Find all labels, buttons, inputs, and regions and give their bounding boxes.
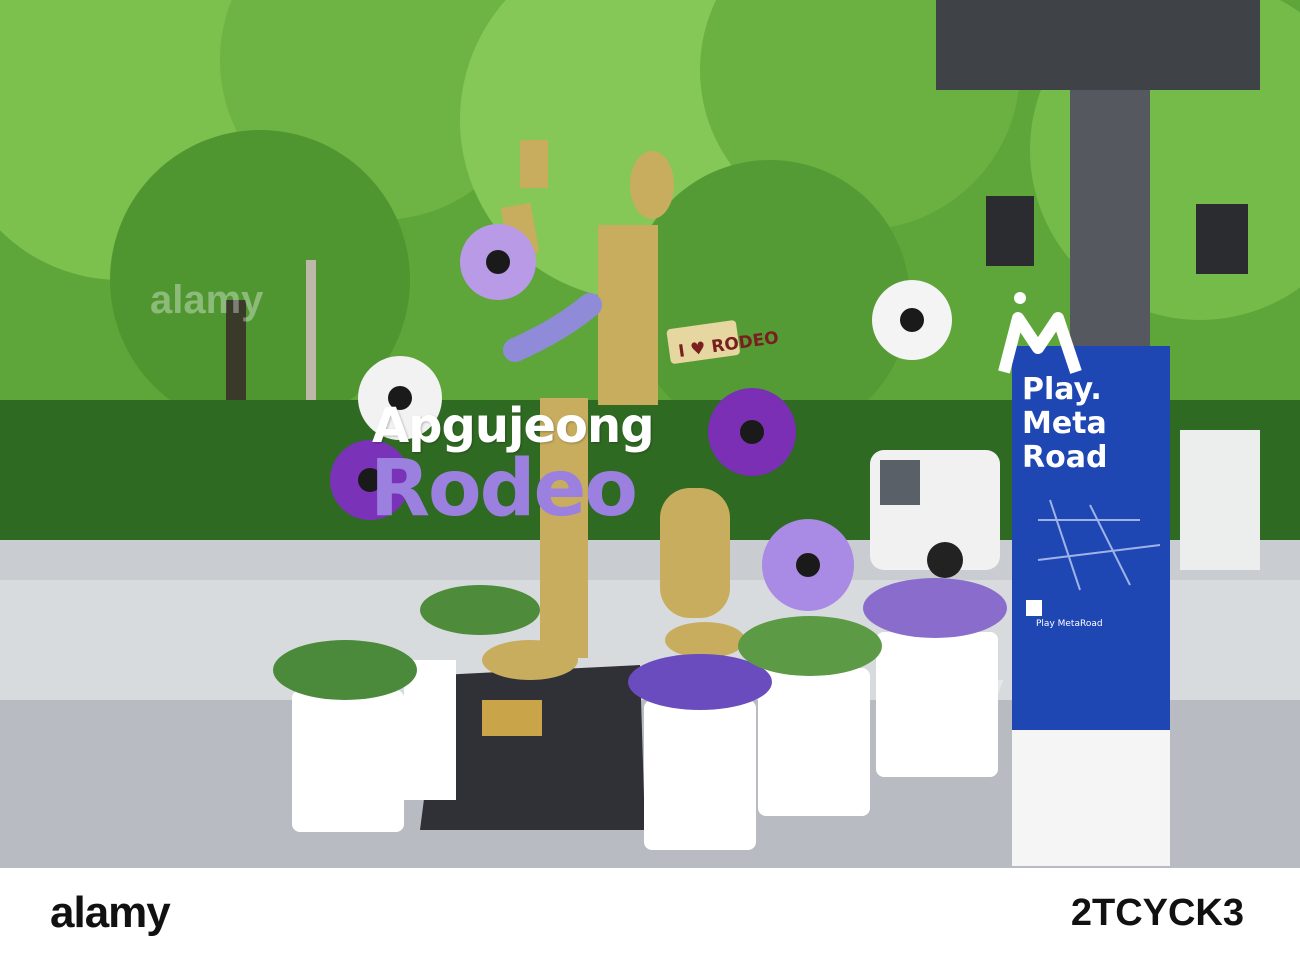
watermark-left: alamy <box>150 278 264 322</box>
stock-footer: alamy 2TCYCK3 <box>0 868 1300 956</box>
photo: Apgujeong Rodeo I ♥ RODEO Play. Meta Roa… <box>0 0 1300 868</box>
qr-code <box>1026 600 1042 616</box>
watermark-right: alamy <box>890 666 1004 710</box>
image-id: 2TCYCK3 <box>1070 892 1244 934</box>
rodeo-sign-text: Rodeo <box>370 444 638 534</box>
meta-sign-footer: Play MetaRoad <box>1036 619 1103 629</box>
meta-sign-line2: Meta <box>1022 406 1107 441</box>
alamy-logo[interactable]: alamy <box>50 888 171 938</box>
meta-sign-line3: Road <box>1022 440 1108 475</box>
meta-sign-line1: Play. <box>1022 372 1102 407</box>
